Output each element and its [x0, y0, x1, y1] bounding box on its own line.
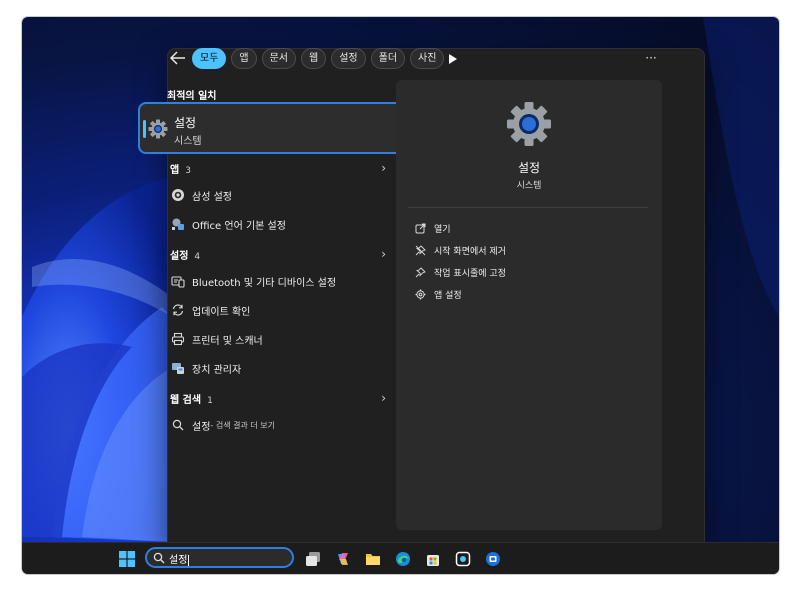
pin-icon [414, 266, 426, 278]
detail-subtitle: 시스템 [516, 181, 542, 191]
list-item-label: Office 언어 기본 설정 [192, 220, 286, 232]
search-value: 설정 [169, 554, 190, 566]
taskbar: 설정 [22, 542, 779, 574]
detail-panel: 설정 시스템 열기 시작 화면에서 제거 작업 표시줄에 고정 앱 설정 [396, 80, 662, 530]
selection-indicator [143, 120, 146, 138]
action-unpin-start[interactable]: 시작 화면에서 제거 [414, 241, 506, 259]
list-item-office-language[interactable]: Office 언어 기본 설정 [170, 213, 390, 235]
chevron-right-icon: › [381, 391, 386, 405]
app-icon[interactable] [484, 550, 502, 568]
bluetooth-devices-icon [170, 273, 186, 289]
tab-documents[interactable]: 문서 [261, 48, 297, 69]
tab-all[interactable]: 모두 [192, 48, 227, 69]
gear-icon [148, 119, 168, 139]
list-item-label: 설정 [192, 421, 211, 433]
divider [408, 207, 648, 208]
task-view-icon[interactable] [304, 550, 322, 568]
tab-settings[interactable]: 설정 [331, 48, 366, 69]
group-settings-count: 4 [194, 252, 201, 262]
sync-icon [170, 302, 186, 318]
file-explorer-icon[interactable] [364, 550, 382, 568]
group-apps-count: 3 [185, 166, 191, 176]
action-app-settings[interactable]: 앱 설정 [414, 285, 462, 303]
gear-icon [414, 288, 426, 300]
list-item-label: 프린터 및 스캐너 [192, 335, 263, 347]
arrow-left-icon [170, 51, 185, 65]
start-icon[interactable] [118, 550, 136, 568]
group-settings[interactable]: 설정 4 › [170, 247, 386, 265]
list-item-label: 업데이트 확인 [192, 306, 251, 318]
more-options-button[interactable]: ··· [640, 52, 662, 66]
back-button[interactable] [168, 48, 188, 68]
filter-tabs: 모두 앱 문서 웹 설정 폴더 사진 [192, 48, 445, 69]
tab-photos[interactable]: 사진 [410, 48, 445, 69]
tab-folders[interactable]: 폴더 [370, 48, 406, 69]
action-label: 앱 설정 [434, 290, 462, 301]
list-item-device-manager[interactable]: 장치 관리자 [170, 357, 390, 379]
taskbar-search-input[interactable]: 설정 [145, 547, 294, 568]
list-item-label: 삼성 설정 [192, 191, 232, 203]
search-icon [170, 417, 186, 433]
action-pin-taskbar[interactable]: 작업 표시줄에 고정 [414, 263, 506, 281]
list-item-web-search[interactable]: 설정 - 검색 결과 더 보기 [170, 414, 390, 436]
group-web-search-count: 1 [207, 396, 213, 406]
list-item-label: 장치 관리자 [192, 364, 242, 376]
best-match-title: 설정 [174, 116, 197, 130]
tab-apps[interactable]: 앱 [231, 48, 257, 69]
unpin-icon [414, 244, 426, 256]
play-icon [448, 54, 457, 64]
screen-capture-icon[interactable] [454, 550, 472, 568]
action-label: 작업 표시줄에 고정 [434, 268, 506, 279]
list-item-label: Bluetooth 및 기타 디바이스 설정 [192, 277, 337, 289]
list-item-samsung-settings[interactable]: 삼성 설정 [170, 184, 390, 206]
group-apps[interactable]: 앱3 › [170, 161, 386, 179]
edge-icon[interactable] [394, 550, 412, 568]
list-item-update[interactable]: 업데이트 확인 [170, 299, 390, 321]
search-icon [153, 552, 165, 564]
list-item-suffix: - 검색 결과 더 보기 [210, 420, 275, 430]
group-web-search-label: 웹 검색 [170, 395, 202, 406]
list-item-bluetooth[interactable]: Bluetooth 및 기타 디바이스 설정 [170, 270, 390, 292]
list-item-printers[interactable]: 프린터 및 스캐너 [170, 328, 390, 350]
best-match-header: 최적의 일치 [167, 91, 217, 102]
more-filters-button[interactable] [445, 52, 459, 66]
tab-web[interactable]: 웹 [301, 48, 327, 69]
group-apps-label: 앱 [170, 165, 180, 176]
chevron-right-icon: › [381, 247, 386, 261]
best-match-subtitle: 시스템 [174, 136, 202, 147]
action-open[interactable]: 열기 [414, 219, 451, 237]
action-label: 시작 화면에서 제거 [434, 246, 506, 257]
action-label: 열기 [434, 224, 451, 235]
chevron-right-icon: › [381, 161, 386, 175]
copilot-icon[interactable] [334, 550, 352, 568]
group-web-search[interactable]: 웹 검색 1 › [170, 391, 386, 409]
open-icon [414, 222, 426, 234]
device-manager-icon [170, 360, 186, 376]
group-settings-label: 설정 [170, 251, 189, 262]
printer-icon [170, 331, 186, 347]
office-language-icon [170, 216, 186, 232]
store-icon[interactable] [424, 550, 442, 568]
best-match-settings[interactable]: 설정 시스템 [138, 102, 414, 154]
gear-icon [507, 102, 551, 146]
detail-title: 설정 [517, 161, 541, 175]
samsung-settings-icon [170, 187, 186, 203]
